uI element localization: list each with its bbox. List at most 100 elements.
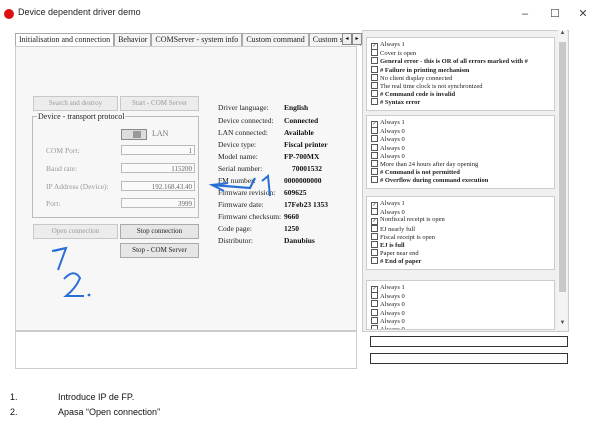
status-checkbox-label: Always 1	[380, 119, 405, 126]
lan-toggle[interactable]	[121, 129, 147, 140]
status-checkbox[interactable]: EJ nearly full	[371, 224, 415, 233]
scroll-up-icon[interactable]: ▲	[558, 30, 567, 36]
checkbox-unchecked-icon[interactable]	[371, 143, 378, 151]
tab-scroll-left-icon[interactable]: ◂	[342, 33, 352, 45]
checkbox-unchecked-icon[interactable]	[371, 168, 378, 176]
output-field-2[interactable]	[370, 353, 568, 364]
status-scrollbar[interactable]: ▲ ▼	[558, 30, 567, 330]
status-checkbox[interactable]: # Overflow during command execution	[371, 176, 488, 184]
checkbox-unchecked-icon[interactable]	[371, 300, 378, 308]
checkbox-unchecked-icon[interactable]	[371, 160, 378, 167]
log-textarea[interactable]	[15, 331, 357, 369]
status-checkbox[interactable]: More than 24 hours after day opening	[371, 160, 478, 168]
search-destroy-button[interactable]: Search and destroy	[33, 96, 118, 111]
start-com-server-button[interactable]: Start - COM Server	[120, 96, 199, 111]
instruction-text: Introduce IP de FP.	[58, 392, 135, 402]
log-scrollbar[interactable]	[346, 331, 355, 367]
status-checkbox-label: Always 0	[380, 301, 405, 309]
checkbox-unchecked-icon[interactable]	[371, 232, 378, 240]
com-port-field[interactable]: 1	[121, 145, 195, 155]
status-checkbox[interactable]: Always 0	[371, 151, 405, 160]
maximize-button[interactable]: ☐	[543, 6, 567, 22]
scroll-down-icon[interactable]: ▼	[558, 320, 567, 326]
baud-rate-field[interactable]: 115200	[121, 163, 195, 173]
checkbox-unchecked-icon[interactable]	[371, 325, 378, 329]
stop-com-server-button[interactable]: Stop - COM Server	[120, 243, 199, 258]
checkbox-unchecked-icon[interactable]	[371, 90, 378, 98]
status-checkbox[interactable]: The real time clock is not synchronized	[371, 82, 483, 90]
status-checkbox[interactable]: # Command is not permitted	[371, 168, 460, 176]
checkbox-unchecked-icon[interactable]	[371, 249, 378, 257]
status-checkbox[interactable]: Always 0	[371, 143, 405, 152]
lan-label: LAN	[152, 129, 169, 138]
minimize-button[interactable]: –	[513, 6, 537, 22]
checkbox-unchecked-icon[interactable]	[371, 257, 378, 265]
status-checkbox[interactable]: Paper near end	[371, 249, 419, 257]
checkbox-unchecked-icon[interactable]	[371, 49, 378, 57]
window-title: Device dependent driver demo	[18, 7, 141, 17]
status-checkbox[interactable]: Always 0	[371, 135, 405, 143]
checkbox-unchecked-icon[interactable]	[371, 316, 378, 324]
info-value: 609625	[284, 188, 307, 197]
status-checkbox[interactable]: General error - this is OR of all errors…	[371, 57, 528, 65]
stop-connection-button[interactable]: Stop connection	[120, 224, 199, 239]
checkbox-unchecked-icon[interactable]	[371, 308, 378, 316]
port-field[interactable]: 3999	[121, 198, 195, 208]
checkbox-unchecked-icon[interactable]	[371, 65, 378, 73]
title-bar: Device dependent driver demo – ☐ ✕	[0, 0, 597, 30]
tab-custom-command[interactable]: Custom command	[242, 33, 309, 46]
status-checkbox-label: Fiscal receipt is open	[380, 233, 436, 241]
checkbox-unchecked-icon[interactable]	[371, 73, 378, 81]
status-checkbox-label: Paper near end	[380, 250, 419, 258]
info-value: 9660	[284, 212, 299, 221]
info-value: 70001532	[292, 164, 322, 173]
output-field-1[interactable]	[370, 336, 568, 347]
tab-comserver-info[interactable]: COMServer - system info	[151, 33, 243, 46]
status-checkbox[interactable]: Always 0	[371, 208, 405, 216]
info-value: Danubius	[284, 236, 315, 245]
tab-initialisation[interactable]: Initialisation and connection	[15, 33, 115, 46]
status-group: ✓ Always 1 Cover is open General error - th…	[366, 37, 555, 111]
status-checkbox[interactable]: Always 0	[371, 308, 405, 317]
status-checkbox[interactable]: Cover is open	[371, 49, 416, 57]
status-checkbox[interactable]: Always 0	[371, 300, 405, 308]
status-checkbox[interactable]: Always 0	[371, 316, 405, 325]
status-checkbox[interactable]: # Command code is invalid	[371, 90, 455, 98]
info-label: Device connected:	[218, 116, 274, 125]
status-checkbox[interactable]: Always 0	[371, 292, 405, 300]
checkbox-unchecked-icon[interactable]	[371, 82, 378, 89]
tab-scroll-right-icon[interactable]: ▸	[352, 33, 362, 45]
checkbox-unchecked-icon[interactable]	[371, 57, 378, 65]
close-button[interactable]: ✕	[571, 6, 595, 22]
info-label: Model name:	[218, 152, 258, 161]
info-value: Fiscal printer	[284, 140, 328, 149]
checkbox-unchecked-icon[interactable]	[371, 151, 378, 159]
info-label: Firmware checksum:	[218, 212, 282, 221]
instruction-item: 2. Apasa “Open connection”	[10, 407, 160, 417]
status-checkbox[interactable]: # Failure in printing mechanism	[371, 65, 469, 74]
checkbox-unchecked-icon[interactable]	[371, 176, 378, 184]
status-checkbox[interactable]: # Syntax error	[371, 98, 420, 106]
checkbox-unchecked-icon[interactable]	[371, 241, 378, 248]
ip-address-field[interactable]: 192.168.43.40	[121, 181, 195, 191]
status-checkbox[interactable]: Always 0	[371, 325, 405, 329]
checkbox-unchecked-icon[interactable]	[371, 292, 378, 300]
status-checkbox-label: Always 1	[380, 284, 405, 291]
status-checkbox[interactable]: Fiscal receipt is open	[371, 232, 436, 241]
checkbox-unchecked-icon[interactable]	[371, 98, 378, 106]
status-checkbox[interactable]: EJ is full	[371, 241, 405, 249]
checkbox-unchecked-icon[interactable]	[371, 224, 378, 232]
checkbox-unchecked-icon[interactable]	[371, 208, 378, 216]
status-checkbox-label: Always 0	[380, 144, 405, 152]
log-horizontal-scrollbar[interactable]	[15, 367, 355, 373]
instruction-text: Apasa “Open connection”	[58, 407, 161, 417]
status-checkbox[interactable]: # End of paper	[371, 257, 421, 265]
status-checkbox[interactable]: Always 0	[371, 127, 405, 135]
status-checkbox-label: Always 0	[380, 152, 405, 160]
scrollbar-thumb[interactable]	[559, 42, 566, 292]
checkbox-unchecked-icon[interactable]	[371, 127, 378, 135]
tab-behavior[interactable]: Behavior	[114, 33, 152, 46]
status-checkbox[interactable]: No client display connected	[371, 73, 452, 82]
checkbox-unchecked-icon[interactable]	[371, 135, 378, 143]
open-connection-button[interactable]: Open connection	[33, 224, 118, 239]
